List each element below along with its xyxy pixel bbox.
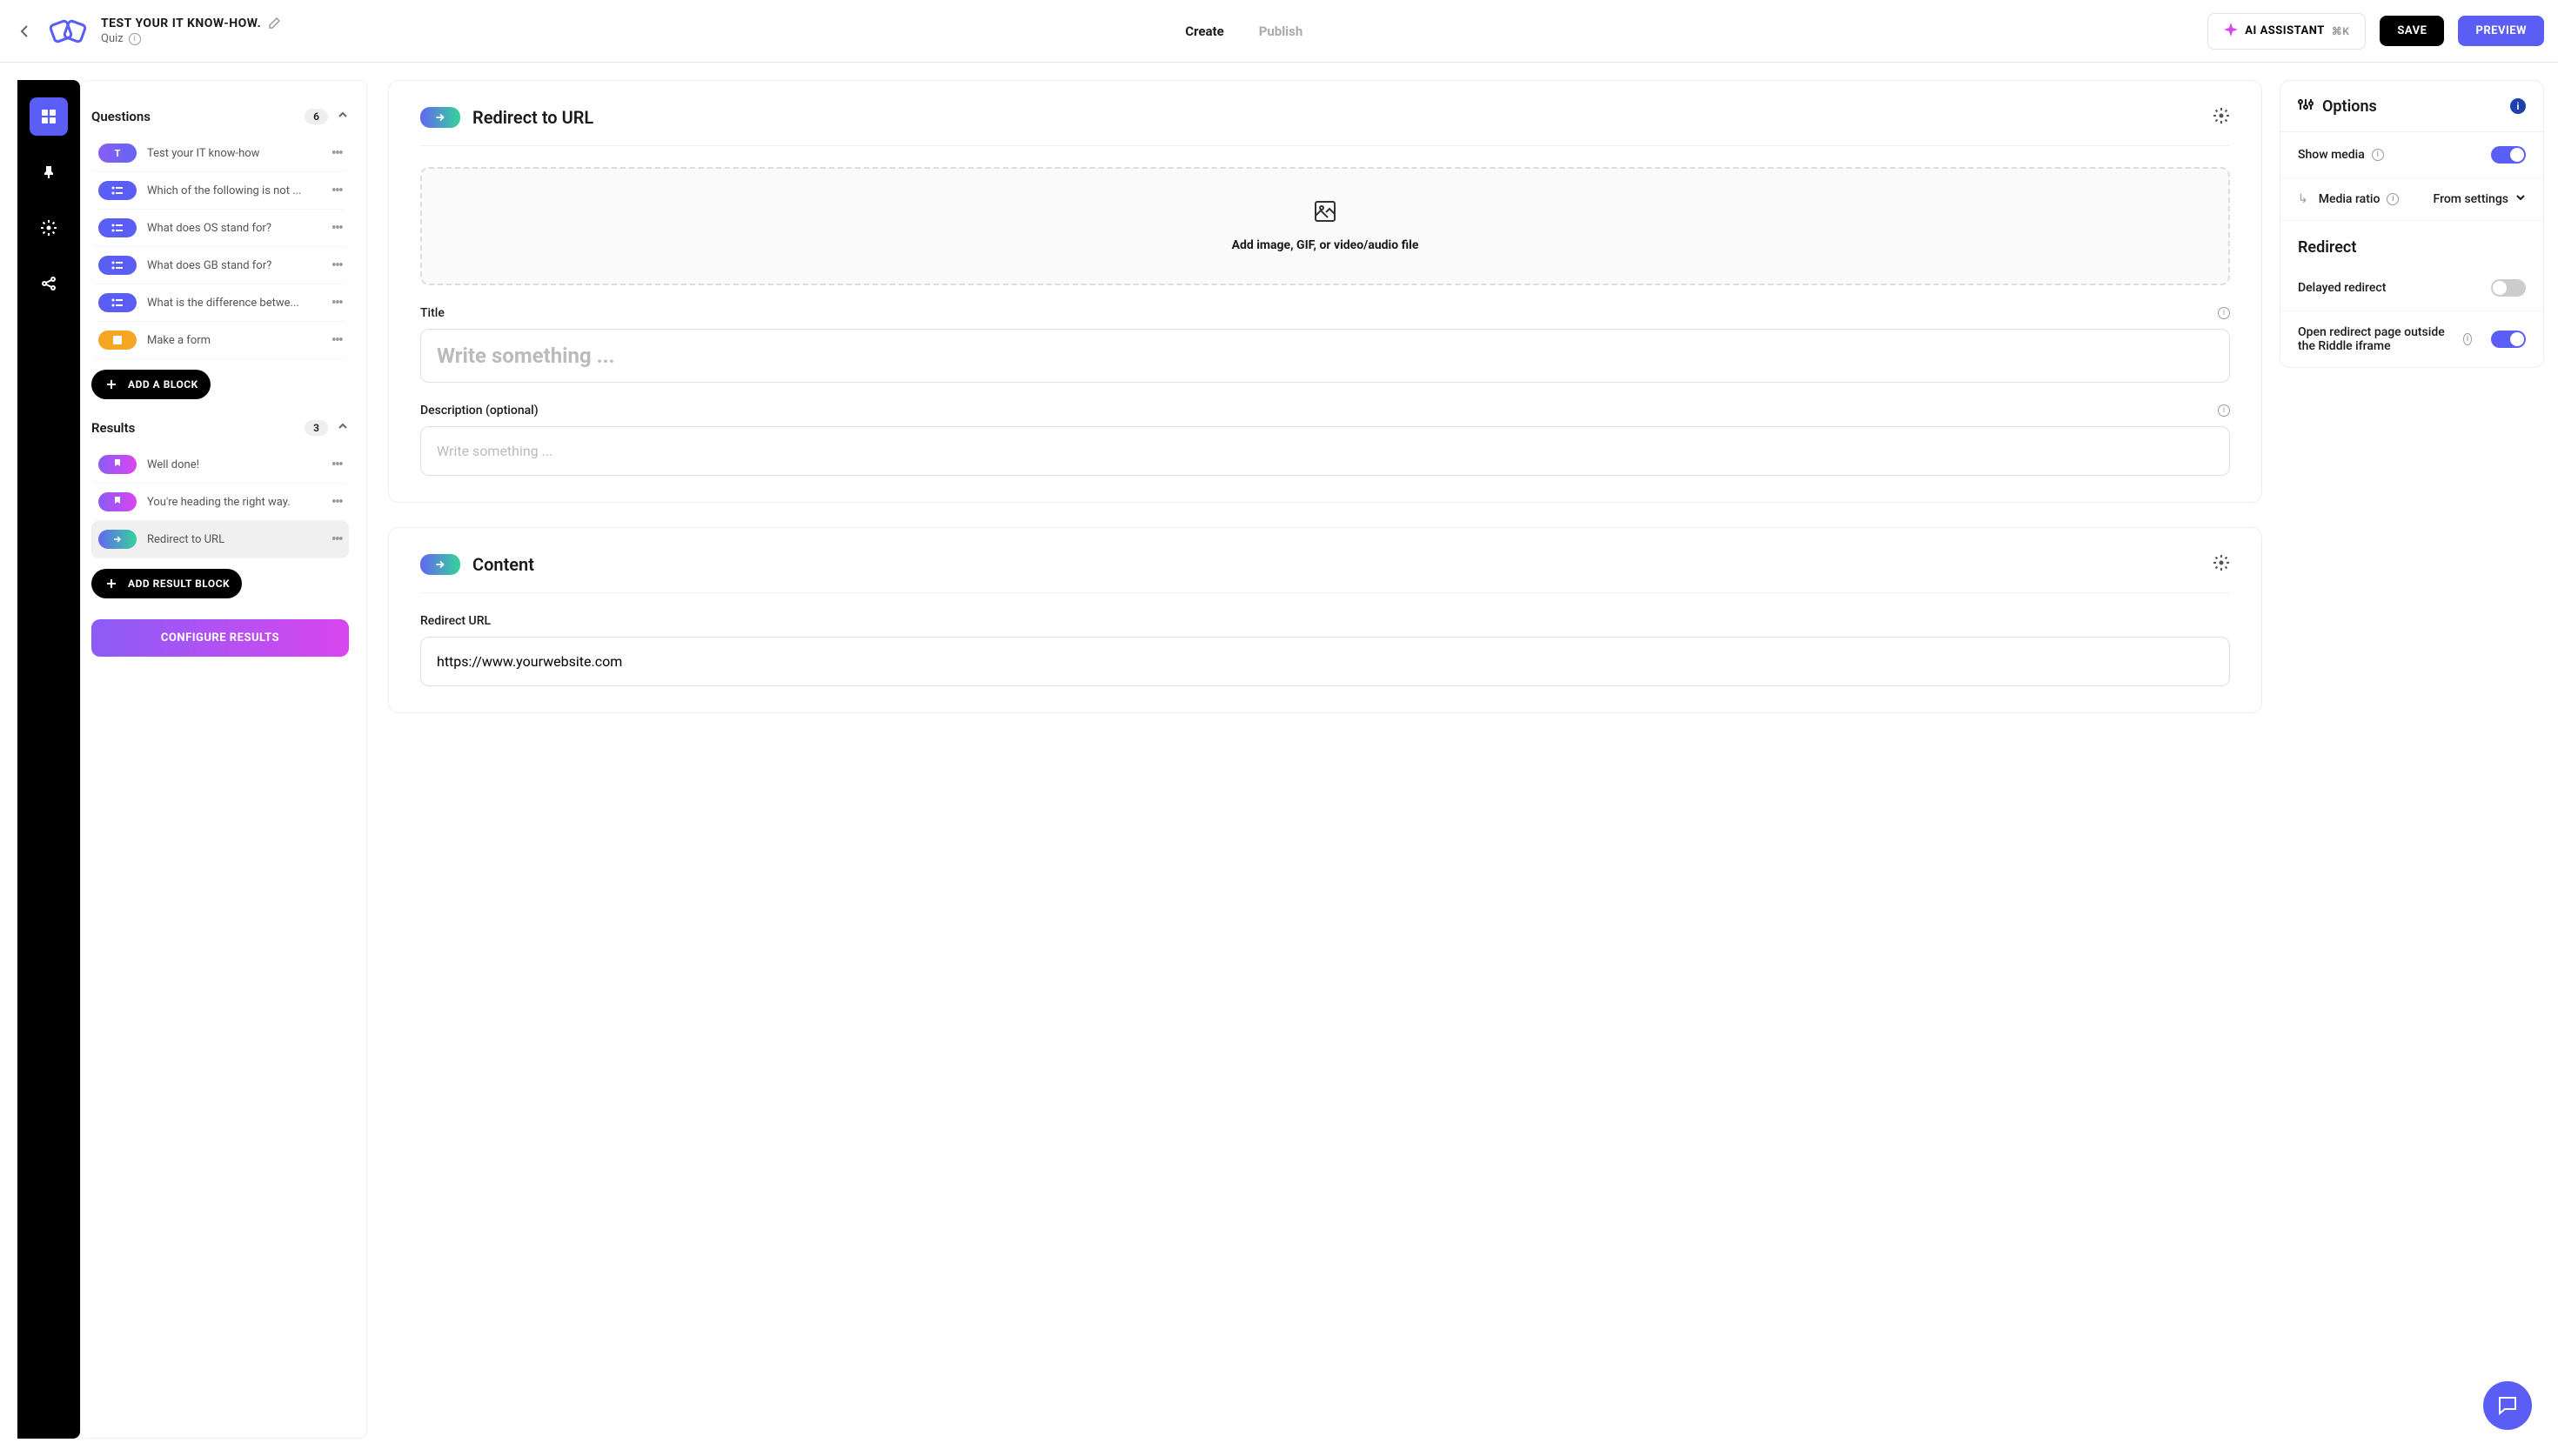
info-icon[interactable]: i — [129, 33, 141, 45]
redirect-card: Redirect to URL Add image, GIF, or video… — [388, 80, 2262, 503]
redirect-section-label: Redirect — [2280, 221, 2543, 265]
chevron-up-icon — [337, 109, 349, 124]
add-media-box[interactable]: Add image, GIF, or video/audio file — [420, 167, 2230, 285]
more-icon[interactable]: ••• — [331, 182, 342, 200]
tab-publish[interactable]: Publish — [1259, 23, 1303, 39]
title-label: Title — [420, 306, 445, 320]
block-item-q4[interactable]: What is the difference betwe... ••• — [91, 284, 349, 322]
card-title: Redirect to URL — [472, 107, 593, 128]
image-icon — [1314, 200, 1336, 226]
sub-arrow-icon: ↳ — [2298, 192, 2308, 206]
list-block-icon — [98, 293, 137, 312]
title-input[interactable] — [420, 329, 2230, 383]
open-outside-toggle[interactable] — [2491, 331, 2526, 348]
chevron-up-icon — [337, 420, 349, 436]
more-icon[interactable]: ••• — [331, 219, 342, 237]
blocks-panel: Questions 6 T Test your IT know-how ••• … — [80, 80, 367, 1439]
page-title: TEST YOUR IT KNOW-HOW. — [101, 17, 261, 30]
ai-assistant-button[interactable]: AI ASSISTANT ⌘K — [2207, 13, 2366, 50]
list-block-icon — [98, 218, 137, 237]
result-item-redirect[interactable]: Redirect to URL ••• — [91, 521, 349, 558]
gear-icon[interactable] — [2213, 107, 2230, 128]
block-item-q2[interactable]: What does OS stand for? ••• — [91, 210, 349, 247]
preview-button[interactable]: PREVIEW — [2458, 16, 2544, 46]
save-button[interactable]: SAVE — [2380, 16, 2444, 46]
card-title: Content — [472, 554, 534, 575]
more-icon[interactable]: ••• — [331, 531, 342, 549]
results-count-badge: 3 — [305, 420, 328, 436]
plus-icon — [104, 576, 119, 591]
questions-count-badge: 6 — [305, 109, 328, 124]
result-block-icon — [98, 455, 137, 474]
logo-icon — [45, 14, 90, 49]
description-input[interactable] — [420, 426, 2230, 476]
page-subtitle: Quiz — [101, 32, 124, 45]
block-item-form[interactable]: Make a form ••• — [91, 322, 349, 359]
chevron-down-icon — [2515, 192, 2526, 206]
more-icon[interactable]: ••• — [331, 331, 342, 350]
description-label: Description (optional) — [420, 404, 539, 417]
info-badge-icon[interactable]: i — [2510, 98, 2526, 114]
content-card: Content Redirect URL — [388, 527, 2262, 713]
vertical-nav — [17, 80, 80, 1439]
info-icon[interactable]: i — [2372, 149, 2384, 161]
questions-section-header[interactable]: Questions 6 — [91, 98, 349, 135]
nav-settings-icon[interactable] — [30, 209, 68, 247]
redirect-block-icon — [420, 107, 460, 128]
show-media-toggle[interactable] — [2491, 146, 2526, 164]
redirect-block-icon — [98, 530, 137, 549]
result-item-2[interactable]: You're heading the right way. ••• — [91, 484, 349, 521]
list-block-icon — [98, 181, 137, 200]
result-item-1[interactable]: Well done! ••• — [91, 446, 349, 484]
more-icon[interactable]: ••• — [331, 456, 342, 474]
add-result-block-button[interactable]: ADD RESULT BLOCK — [91, 569, 242, 598]
main-content: Redirect to URL Add image, GIF, or video… — [367, 63, 2280, 1456]
block-item-q1[interactable]: Which of the following is not ... ••• — [91, 172, 349, 210]
results-section-header[interactable]: Results 3 — [91, 410, 349, 446]
result-block-icon — [98, 492, 137, 511]
redirect-url-input[interactable] — [420, 637, 2230, 686]
options-panel: Options i Show mediai ↳Media ratioi From… — [2280, 63, 2558, 1456]
form-block-icon — [98, 331, 137, 350]
text-block-icon: T — [98, 144, 137, 163]
info-icon[interactable]: i — [2218, 307, 2230, 319]
delayed-redirect-toggle[interactable] — [2491, 279, 2526, 297]
sliders-icon — [2298, 97, 2314, 116]
sparkle-icon — [2224, 23, 2238, 40]
list-block-icon — [98, 256, 137, 275]
back-button[interactable] — [14, 21, 35, 42]
info-icon[interactable]: i — [2218, 404, 2230, 417]
configure-results-button[interactable]: CONFIGURE RESULTS — [91, 619, 349, 657]
block-item-intro[interactable]: T Test your IT know-how ••• — [91, 135, 349, 172]
tab-create[interactable]: Create — [1185, 23, 1223, 39]
block-item-q3[interactable]: What does GB stand for? ••• — [91, 247, 349, 284]
nav-pin-icon[interactable] — [30, 153, 68, 191]
redirect-block-icon — [420, 554, 460, 575]
more-icon[interactable]: ••• — [331, 257, 342, 275]
nav-blocks-icon[interactable] — [30, 97, 68, 136]
add-block-button[interactable]: ADD A BLOCK — [91, 370, 211, 399]
plus-icon — [104, 377, 119, 392]
more-icon[interactable]: ••• — [331, 493, 342, 511]
chat-fab-button[interactable] — [2483, 1381, 2532, 1430]
nav-share-icon[interactable] — [30, 264, 68, 303]
more-icon[interactable]: ••• — [331, 294, 342, 312]
app-header: TEST YOUR IT KNOW-HOW. Quiz i Create Pub… — [0, 0, 2558, 63]
gear-icon[interactable] — [2213, 554, 2230, 575]
info-icon[interactable]: i — [2463, 333, 2472, 345]
edit-icon[interactable] — [268, 17, 280, 30]
url-label: Redirect URL — [420, 614, 491, 628]
info-icon[interactable]: i — [2387, 193, 2399, 205]
media-ratio-dropdown[interactable]: From settings — [2434, 192, 2526, 206]
more-icon[interactable]: ••• — [331, 144, 342, 163]
